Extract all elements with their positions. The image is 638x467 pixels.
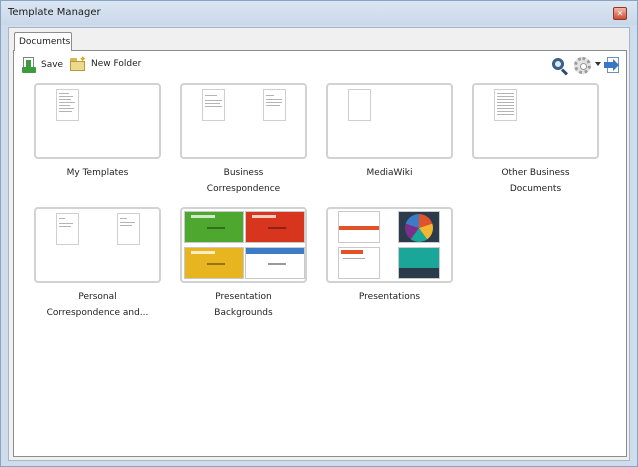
close-icon: ✕ <box>616 9 624 18</box>
chevron-down-icon[interactable] <box>595 62 601 66</box>
tab-documents[interactable]: Documents <box>14 32 72 51</box>
folder-thumbnail <box>472 83 599 159</box>
save-label: Save <box>41 60 64 70</box>
save-button[interactable]: Save <box>22 57 63 73</box>
import-icon[interactable] <box>604 57 620 74</box>
folder-thumbnail <box>34 207 161 283</box>
dialog-client: Documents Save ✦ New Folder My Templates… <box>8 27 630 461</box>
new-folder-button[interactable]: ✦ New Folder <box>70 55 142 71</box>
folder-thumbnail <box>326 207 453 283</box>
search-icon[interactable] <box>551 57 569 76</box>
folder-thumbnail <box>34 83 161 159</box>
folder-thumbnail <box>326 83 453 159</box>
title-bar: Template Manager ✕ <box>1 1 637 25</box>
folder-label: Presentation Backgrounds <box>214 292 273 318</box>
window-title: Template Manager <box>8 7 101 18</box>
folder-label: Presentations <box>358 292 421 302</box>
new-folder-label: New Folder <box>91 59 142 69</box>
gear-icon[interactable] <box>574 57 591 74</box>
documents-panel: Save ✦ New Folder My Templates Business … <box>13 50 627 457</box>
folder-label: Business Correspondence <box>206 168 281 194</box>
close-button[interactable]: ✕ <box>613 7 627 20</box>
folder-thumbnail <box>180 207 307 283</box>
folder-label: MediaWiki <box>366 168 413 178</box>
save-icon <box>22 57 36 73</box>
folder-label: Personal Correspondence and... <box>46 292 149 318</box>
folder-label: Other Business Documents <box>501 168 570 194</box>
new-folder-icon: ✦ <box>70 55 87 71</box>
folder-label: My Templates <box>66 168 129 178</box>
template-manager-window: Template Manager ✕ Documents Save ✦ New … <box>0 0 638 467</box>
folder-thumbnail <box>180 83 307 159</box>
